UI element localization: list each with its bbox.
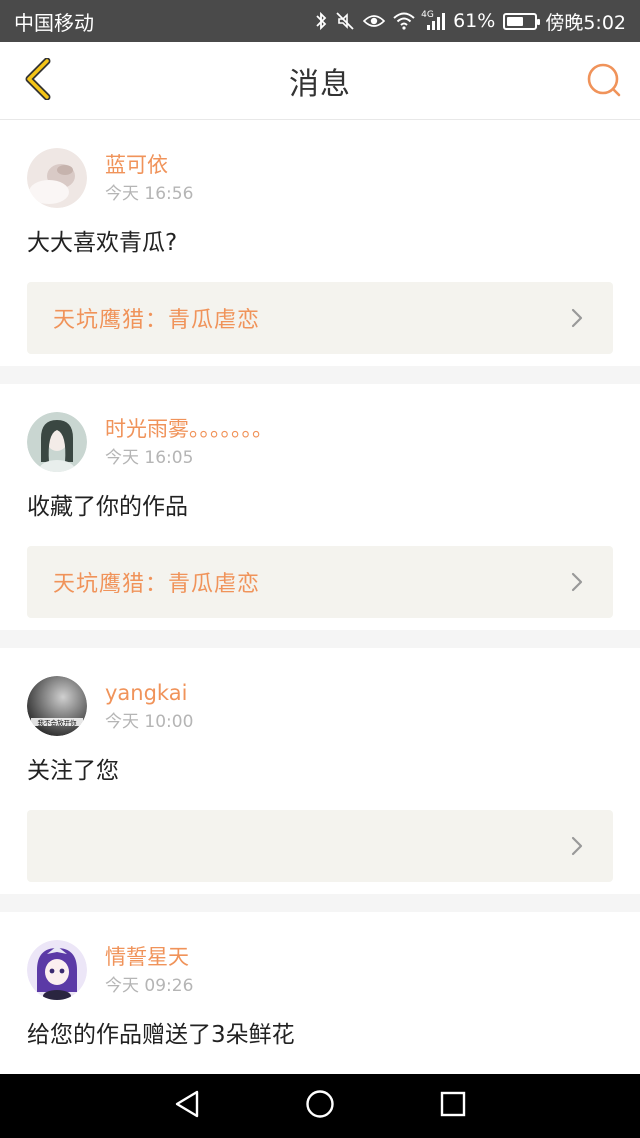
triangle-back-icon (173, 1089, 201, 1123)
divider (0, 630, 640, 648)
vibrate-mute-icon (335, 11, 355, 31)
timestamp: 今天 16:56 (105, 184, 194, 204)
battery-icon (503, 12, 541, 30)
message-text: 大大喜欢青瓜? (27, 230, 178, 256)
avatar[interactable] (27, 412, 87, 472)
work-link[interactable]: 天坑鹰猎：青瓜虐恋 (27, 282, 613, 354)
timestamp: 今天 16:05 (105, 448, 194, 468)
status-icons: 4G 61% 傍晚5:02 (315, 8, 626, 35)
username[interactable]: 蓝可依 (105, 152, 193, 178)
username[interactable]: 情誓星天 (105, 944, 193, 970)
divider (0, 894, 640, 912)
wifi-icon (393, 12, 415, 30)
battery-percent: 61% (453, 10, 496, 32)
work-link[interactable] (27, 810, 613, 882)
square-recents-icon (439, 1090, 467, 1122)
search-icon (586, 62, 622, 102)
message-card[interactable]: 情誓星天 今天 09:26 给您的作品赠送了3朵鲜花 (0, 912, 640, 1074)
message-card[interactable]: 时光雨雾。。。。。。。 今天 16:05 收藏了你的作品 天坑鹰猎：青瓜虐恋 (0, 384, 640, 630)
message-text: 收藏了你的作品 (27, 494, 188, 520)
work-link[interactable]: 天坑鹰猎：青瓜虐恋 (27, 546, 613, 618)
message-text: 关注了您 (27, 758, 119, 784)
carrier-label: 中国移动 (14, 10, 94, 35)
message-card[interactable]: 我不会放开你 yangkai 今天 10:00 关注了您 (0, 648, 640, 894)
network-type-label: 4G (421, 10, 434, 20)
back-button[interactable] (14, 56, 62, 106)
avatar[interactable]: 我不会放开你 (27, 676, 87, 736)
chevron-right-icon (567, 834, 587, 858)
message-list[interactable]: 蓝可依 今天 16:56 大大喜欢青瓜? 天坑鹰猎：青瓜虐恋 时光雨雾。。。。。… (0, 120, 640, 1074)
search-button[interactable] (582, 60, 626, 104)
username[interactable]: 时光雨雾。。。。。。。 (105, 416, 273, 442)
chevron-left-icon (23, 57, 53, 104)
nav-recents-button[interactable] (431, 1084, 475, 1128)
status-bar: 中国移动 4G 61% 傍晚5:02 (0, 0, 640, 42)
page-title: 消息 (289, 66, 351, 102)
timestamp: 今天 09:26 (105, 976, 194, 996)
work-title: 天坑鹰猎：青瓜虐恋 (53, 572, 261, 597)
top-app-bar: 消息 (0, 42, 640, 120)
chevron-right-icon (567, 306, 587, 330)
nav-home-button[interactable] (298, 1084, 342, 1128)
svg-text:我不会放开你: 我不会放开你 (38, 718, 78, 727)
eye-comfort-icon (363, 13, 386, 29)
circle-home-icon (305, 1089, 335, 1123)
avatar[interactable] (27, 940, 87, 1000)
divider (0, 366, 640, 384)
timestamp: 今天 10:00 (105, 712, 194, 732)
system-nav-bar (0, 1074, 640, 1138)
avatar[interactable] (27, 148, 87, 208)
message-text: 给您的作品赠送了3朵鲜花 (27, 1022, 295, 1048)
work-title: 天坑鹰猎：青瓜虐恋 (53, 308, 261, 333)
username[interactable]: yangkai (105, 680, 193, 706)
signal-icon: 4G (421, 10, 446, 30)
clock: 傍晚5:02 (545, 11, 626, 34)
message-card[interactable]: 蓝可依 今天 16:56 大大喜欢青瓜? 天坑鹰猎：青瓜虐恋 (0, 120, 640, 366)
chevron-right-icon (567, 570, 587, 594)
nav-back-button[interactable] (165, 1084, 209, 1128)
bluetooth-icon (315, 11, 327, 31)
